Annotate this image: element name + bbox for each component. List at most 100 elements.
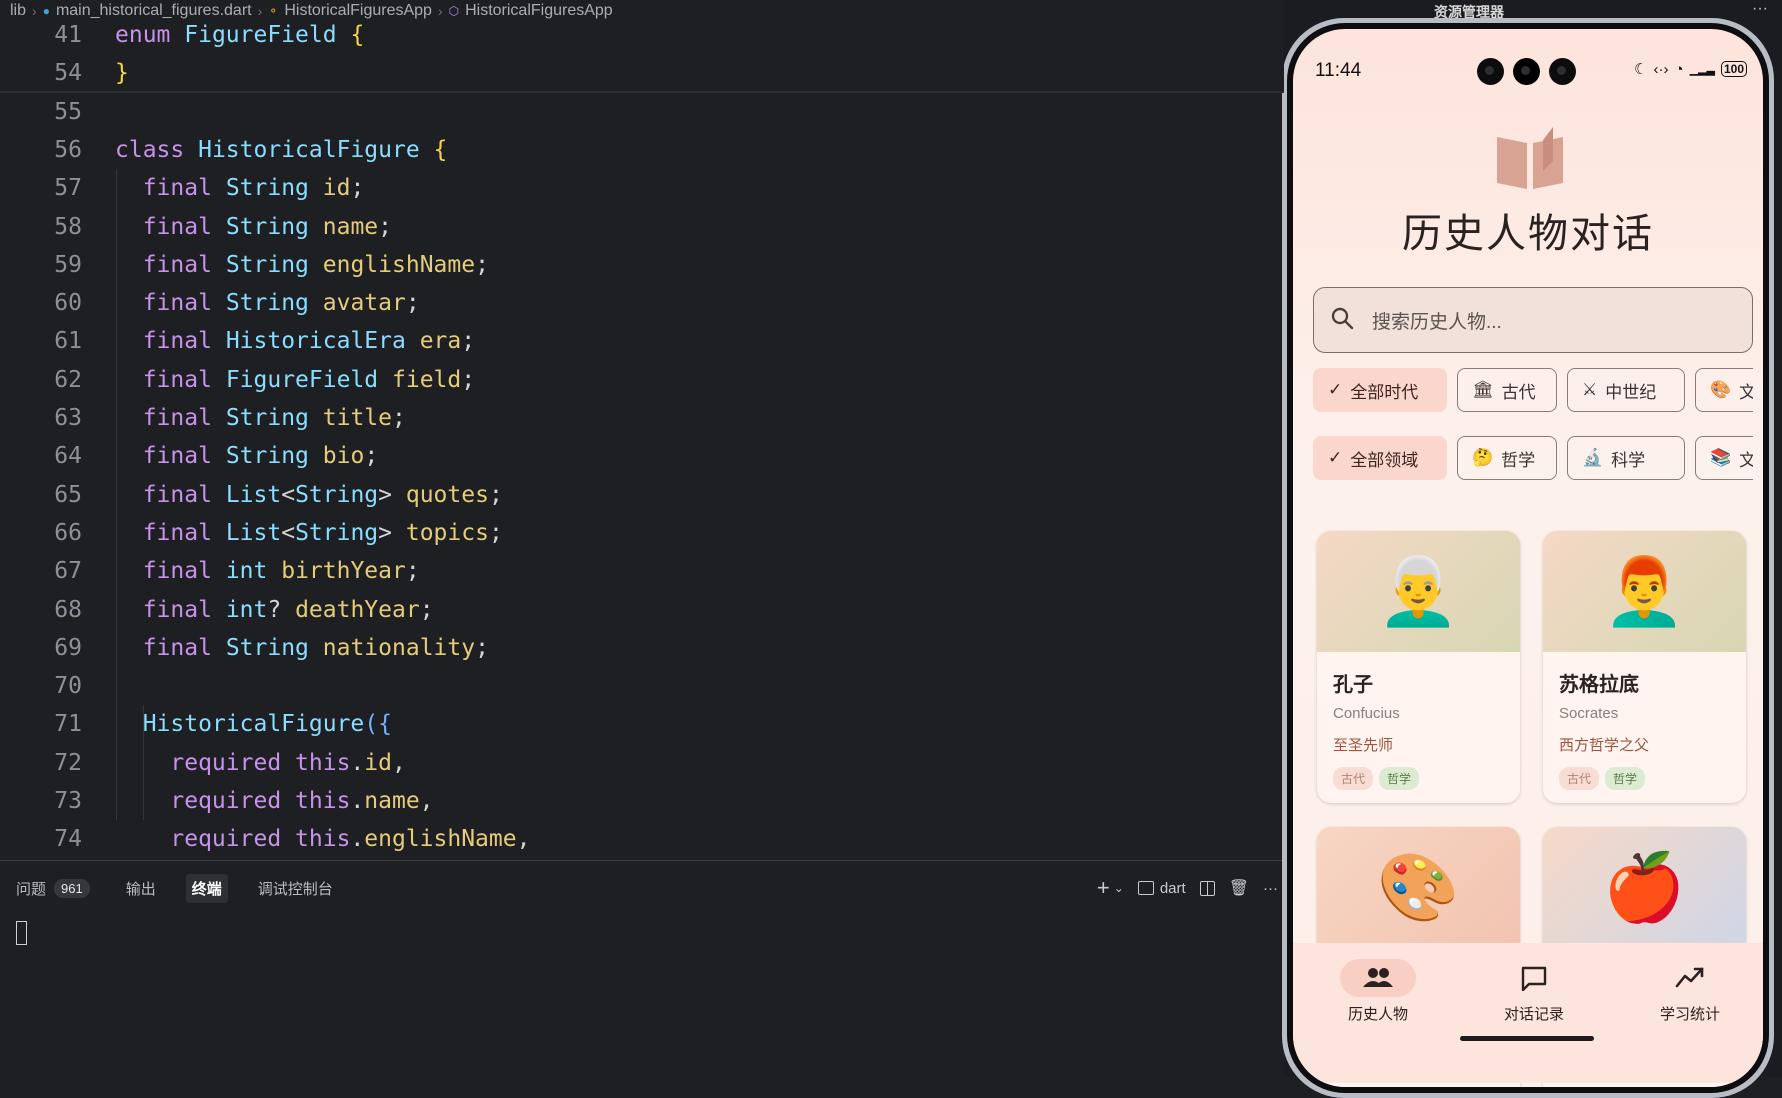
- chip-icon: ⚔: [1582, 380, 1598, 399]
- code-line[interactable]: 59 final String englishName;: [0, 246, 1284, 284]
- code-text: }: [115, 60, 129, 87]
- figure-card[interactable]: 👨‍🦰 苏格拉底 Socrates 西方哲学之父 古代 哲学: [1543, 531, 1746, 803]
- figure-english-name: Confucius: [1333, 705, 1400, 722]
- tab-output[interactable]: 输出: [120, 874, 162, 903]
- code-line[interactable]: 56 class HistoricalFigure {: [0, 131, 1284, 169]
- code-line[interactable]: 58 final String name;: [0, 208, 1284, 246]
- new-terminal-button[interactable]: +: [1097, 875, 1110, 901]
- class-icon: ⚬: [268, 4, 279, 18]
- chip-label: 全部时代: [1350, 382, 1419, 402]
- breadcrumb-file[interactable]: main_historical_figures.dart: [56, 2, 252, 20]
- tab-label: 调试控制台: [257, 880, 333, 898]
- more-icon[interactable]: ···: [1263, 880, 1278, 897]
- code-line[interactable]: 64 final String bio;: [0, 437, 1284, 475]
- tab-debug-console[interactable]: 调试控制台: [252, 874, 339, 903]
- chevron-down-icon[interactable]: ⌄: [1114, 881, 1124, 895]
- figure-card[interactable]: 👨‍🦳 孔子 Confucius 至圣先师 古代 哲学: [1317, 531, 1520, 803]
- split-terminal-icon[interactable]: [1199, 880, 1215, 896]
- code-text: final String bio;: [142, 443, 379, 470]
- nav-item-conversations[interactable]: 对话记录: [1459, 959, 1609, 1024]
- era-filter-chip[interactable]: 🏛 古代: [1457, 368, 1557, 412]
- code-editor[interactable]: 55 56 class HistoricalFigure {57 final Str…: [0, 22, 1284, 860]
- figure-avatar: 🎨: [1317, 827, 1520, 948]
- figure-title: 西方哲学之父: [1559, 737, 1650, 754]
- tab-terminal[interactable]: 终端: [185, 873, 228, 903]
- line-number: 63: [54, 405, 82, 431]
- code-line[interactable]: 60 final String avatar;: [0, 284, 1284, 322]
- trash-icon[interactable]: 🗑: [1229, 878, 1249, 898]
- chip-label: 文学: [1739, 450, 1753, 470]
- check-icon: ✓: [1328, 380, 1343, 399]
- line-number: 73: [54, 788, 82, 814]
- terminal-cursor[interactable]: [16, 921, 27, 945]
- search-placeholder: 搜索历史人物...: [1372, 311, 1502, 333]
- code-line[interactable]: 62 final FigureField field;: [0, 361, 1284, 399]
- code-line[interactable]: 66 final List<String> topics;: [0, 514, 1284, 552]
- line-number: 58: [54, 213, 82, 240]
- code-line[interactable]: 68 final int? deathYear;: [0, 591, 1284, 629]
- code-text: required this.name,: [170, 788, 434, 814]
- more-icon[interactable]: ···: [1752, 0, 1768, 18]
- era-filter-chip[interactable]: ⚔ 中世纪: [1567, 368, 1685, 412]
- code-line[interactable]: 72 required this.id,: [0, 744, 1284, 782]
- code-line[interactable]: 63 final String title;: [0, 399, 1284, 437]
- breadcrumb-class[interactable]: HistoricalFiguresApp: [284, 2, 432, 20]
- breadcrumb-lib[interactable]: lib: [10, 2, 26, 20]
- code-line[interactable]: 55: [0, 93, 1284, 131]
- code-line[interactable]: 57 final String id;: [0, 169, 1284, 207]
- code-text: required this.id,: [170, 749, 406, 776]
- figure-name: 苏格拉底: [1559, 674, 1639, 696]
- home-indicator[interactable]: [1460, 1036, 1594, 1041]
- code-line[interactable]: 65 final List<String> quotes;: [0, 476, 1284, 514]
- code-line[interactable]: 54}: [0, 54, 1284, 93]
- era-filter-chip[interactable]: 🎨 文: [1695, 368, 1753, 412]
- line-number: 56: [54, 136, 82, 163]
- status-bar: 11:44 ☾ ‹·› ◔ ▁▂▃ 100: [1293, 29, 1763, 89]
- code-line[interactable]: 70: [0, 667, 1284, 705]
- app-title: 历史人物对话: [1402, 212, 1654, 256]
- line-number: 67: [54, 558, 82, 585]
- tab-label: 问题: [16, 880, 47, 898]
- field-tag: 哲学: [1379, 767, 1420, 790]
- chip-icon: 🏛: [1472, 380, 1494, 399]
- code-line[interactable]: 69 final String nationality;: [0, 629, 1284, 667]
- field-filter-chip[interactable]: 🤔 哲学: [1457, 436, 1557, 480]
- sticky-scroll-divider: [0, 90, 1284, 93]
- chip-label: 全部领域: [1350, 450, 1419, 470]
- phone-screen: 11:44 ☾ ‹·› ◔ ▁▂▃ 100 历史人物对话 搜索历史人物... ✓…: [1293, 29, 1763, 1087]
- signal-icon: ▁▂▃: [1689, 63, 1715, 76]
- field-tag: 哲学: [1605, 767, 1646, 790]
- era-tag: 古代: [1559, 767, 1600, 790]
- line-number: 60: [54, 290, 82, 317]
- code-text: final int birthYear;: [142, 558, 420, 585]
- code-line[interactable]: 73 required this.name,: [0, 782, 1284, 820]
- line-number: 74: [54, 826, 82, 853]
- code-line[interactable]: 61 final HistoricalEra era;: [0, 322, 1284, 360]
- field-filter-chip[interactable]: 🔬 科学: [1567, 436, 1685, 480]
- line-number: 69: [54, 634, 82, 661]
- line-number: 59: [54, 251, 82, 278]
- search-icon: [1330, 306, 1354, 335]
- code-text: final String englishName;: [142, 251, 489, 278]
- field-filter-chip[interactable]: 📚 文学: [1695, 436, 1753, 480]
- code-line[interactable]: 71 HistoricalFigure({: [0, 705, 1284, 743]
- code-text: final int? deathYear;: [142, 596, 434, 623]
- era-filter-chip[interactable]: ✓ 全部时代: [1313, 368, 1447, 412]
- line-number: 72: [54, 749, 82, 776]
- code-line[interactable]: 67 final int birthYear;: [0, 552, 1284, 590]
- problems-count-badge: 961: [54, 878, 90, 898]
- terminal-name[interactable]: dart: [1160, 880, 1186, 897]
- chip-label: 古代: [1501, 382, 1536, 402]
- line-number: 64: [54, 443, 82, 470]
- nav-item-stats[interactable]: 学习统计: [1615, 959, 1763, 1024]
- line-number: 70: [54, 673, 82, 700]
- breadcrumb-constructor[interactable]: HistoricalFiguresApp: [465, 2, 613, 20]
- line-number: 62: [54, 366, 82, 393]
- search-input[interactable]: 搜索历史人物...: [1313, 287, 1753, 353]
- tab-problems[interactable]: 问题 961: [10, 874, 96, 903]
- code-line[interactable]: 74 required this.englishName,: [0, 820, 1284, 858]
- nav-item-figures[interactable]: 历史人物: [1303, 959, 1453, 1024]
- field-filter-chip[interactable]: ✓ 全部领域: [1313, 436, 1447, 480]
- code-line[interactable]: 41 enum FigureField {: [0, 22, 1284, 54]
- code-text: HistoricalFigure({: [142, 711, 392, 738]
